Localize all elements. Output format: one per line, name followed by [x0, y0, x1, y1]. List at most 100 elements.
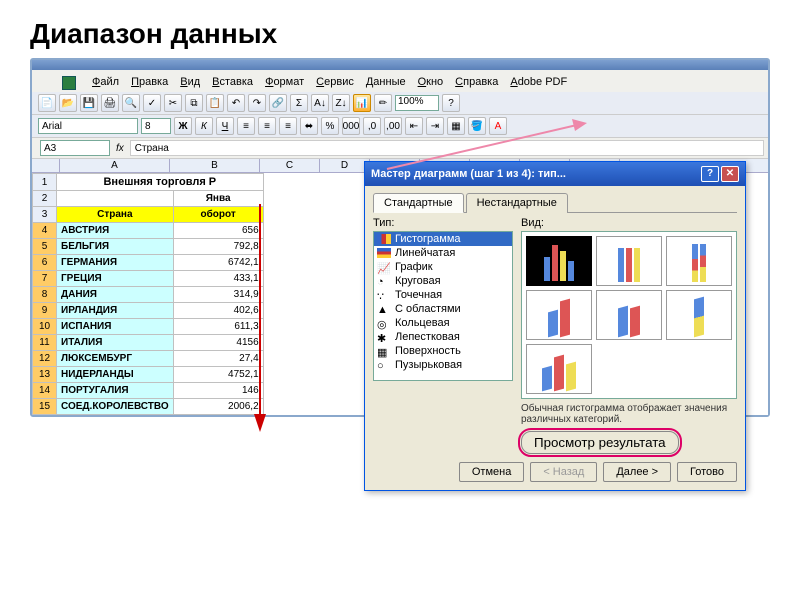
preview-button[interactable]: 🔍	[122, 94, 140, 112]
cell-country[interactable]: АВСТРИЯ	[57, 223, 174, 239]
font-name-combo[interactable]: Arial	[38, 118, 138, 134]
menu-view[interactable]: Вид	[180, 76, 200, 90]
tab-custom[interactable]: Нестандартные	[466, 193, 568, 213]
list-item[interactable]: ▲С областями	[374, 302, 512, 316]
cell-val[interactable]: 146	[173, 383, 263, 399]
next-button[interactable]: Далее >	[603, 462, 671, 482]
font-color-button[interactable]: A	[489, 117, 507, 135]
menu-window[interactable]: Окно	[418, 76, 444, 90]
align-right-button[interactable]: ≡	[279, 117, 297, 135]
align-center-button[interactable]: ≡	[258, 117, 276, 135]
cell-val[interactable]: 6742,1	[173, 255, 263, 271]
subtype-option[interactable]	[596, 290, 662, 340]
chart-wizard-button[interactable]: 📊	[353, 94, 371, 112]
menu-help[interactable]: Справка	[455, 76, 498, 90]
cell-country[interactable]: ИТАЛИЯ	[57, 335, 174, 351]
open-button[interactable]: 📂	[59, 94, 77, 112]
spell-button[interactable]: ✓	[143, 94, 161, 112]
new-button[interactable]: 📄	[38, 94, 56, 112]
cell-val[interactable]: 656	[173, 223, 263, 239]
subtype-option[interactable]	[666, 236, 732, 286]
cell-val[interactable]: 314,9	[173, 287, 263, 303]
col-head-c[interactable]: C	[260, 159, 320, 172]
select-all-corner[interactable]	[32, 159, 60, 172]
inc-decimal-button[interactable]: ,0	[363, 117, 381, 135]
list-item[interactable]: 📈График	[374, 260, 512, 274]
cell-country[interactable]: ПОРТУГАЛИЯ	[57, 383, 174, 399]
subtype-option[interactable]	[596, 236, 662, 286]
print-button[interactable]: 🖨	[101, 94, 119, 112]
cell-country[interactable]: ГРЕЦИЯ	[57, 271, 174, 287]
menu-tools[interactable]: Сервис	[316, 76, 354, 90]
col-head-d[interactable]: D	[320, 159, 370, 172]
borders-button[interactable]: ▦	[447, 117, 465, 135]
cell-country[interactable]: ГЕРМАНИЯ	[57, 255, 174, 271]
comma-button[interactable]: 000	[342, 117, 360, 135]
save-button[interactable]: 💾	[80, 94, 98, 112]
link-button[interactable]: 🔗	[269, 94, 287, 112]
cell-country[interactable]: СОЕД.КОРОЛЕВСТВО	[57, 399, 174, 415]
currency-button[interactable]: %	[321, 117, 339, 135]
cancel-button[interactable]: Отмена	[459, 462, 524, 482]
zoom-combo[interactable]: 100%	[395, 95, 439, 111]
list-item[interactable]: Гистограмма	[374, 232, 512, 246]
dialog-close-button[interactable]: ✕	[721, 166, 739, 182]
dec-decimal-button[interactable]: ,00	[384, 117, 402, 135]
sheet-table[interactable]: 1Внешняя торговля Р 2Янва 3Странаоборот …	[32, 173, 264, 415]
month-cell[interactable]: Янва	[173, 191, 263, 207]
cell-val[interactable]: 2006,2	[173, 399, 263, 415]
header-country[interactable]: Страна	[57, 207, 174, 223]
menu-file[interactable]: Файл	[92, 76, 119, 90]
formula-input[interactable]: Страна	[130, 140, 764, 156]
list-item[interactable]: ◎Кольцевая	[374, 316, 512, 330]
copy-button[interactable]: ⧉	[185, 94, 203, 112]
dialog-titlebar[interactable]: Мастер диаграмм (шаг 1 из 4): тип... ? ✕	[365, 162, 745, 186]
list-item[interactable]: ◔Круговая	[374, 274, 512, 288]
merge-button[interactable]: ⬌	[300, 117, 318, 135]
tab-standard[interactable]: Стандартные	[373, 193, 464, 213]
dec-indent-button[interactable]: ⇤	[405, 117, 423, 135]
cell-val[interactable]: 433,1	[173, 271, 263, 287]
subtype-option[interactable]	[526, 236, 592, 286]
cell-val[interactable]: 792,8	[173, 239, 263, 255]
cell-country[interactable]: ИРЛАНДИЯ	[57, 303, 174, 319]
dialog-help-button[interactable]: ?	[701, 166, 719, 182]
autosum-button[interactable]: Σ	[290, 94, 308, 112]
subtype-option[interactable]	[526, 290, 592, 340]
col-head-a[interactable]: A	[60, 159, 170, 172]
list-item[interactable]: ✱Лепестковая	[374, 330, 512, 344]
cut-button[interactable]: ✂	[164, 94, 182, 112]
cell-val[interactable]: 402,6	[173, 303, 263, 319]
font-size-combo[interactable]: 8	[141, 118, 171, 134]
underline-button[interactable]: Ч	[216, 117, 234, 135]
undo-button[interactable]: ↶	[227, 94, 245, 112]
menu-insert[interactable]: Вставка	[212, 76, 253, 90]
subtype-option[interactable]	[526, 344, 592, 394]
list-item[interactable]: ○Пузырьковая	[374, 358, 512, 372]
list-item[interactable]: Линейчатая	[374, 246, 512, 260]
bold-button[interactable]: Ж	[174, 117, 192, 135]
menu-edit[interactable]: Правка	[131, 76, 168, 90]
sheet-title[interactable]: Внешняя торговля Р	[57, 174, 264, 191]
sort-desc-button[interactable]: Z↓	[332, 94, 350, 112]
cell-country[interactable]: ЛЮКСЕМБУРГ	[57, 351, 174, 367]
cell-val[interactable]: 4752,1	[173, 367, 263, 383]
fx-icon[interactable]: fx	[116, 143, 124, 154]
redo-button[interactable]: ↷	[248, 94, 266, 112]
subtype-option[interactable]	[666, 290, 732, 340]
cell-country[interactable]: ИСПАНИЯ	[57, 319, 174, 335]
drawing-button[interactable]: ✏	[374, 94, 392, 112]
cell-country[interactable]: БЕЛЬГИЯ	[57, 239, 174, 255]
paste-button[interactable]: 📋	[206, 94, 224, 112]
menu-adobe-pdf[interactable]: Adobe PDF	[510, 76, 567, 90]
cell-val[interactable]: 4156	[173, 335, 263, 351]
cell-val[interactable]: 27,4	[173, 351, 263, 367]
cell-country[interactable]: ДАНИЯ	[57, 287, 174, 303]
menu-format[interactable]: Формат	[265, 76, 304, 90]
menu-data[interactable]: Данные	[366, 76, 406, 90]
inc-indent-button[interactable]: ⇥	[426, 117, 444, 135]
name-box[interactable]: A3	[40, 140, 110, 156]
help-button[interactable]: ?	[442, 94, 460, 112]
finish-button[interactable]: Готово	[677, 462, 737, 482]
header-turnover[interactable]: оборот	[173, 207, 263, 223]
